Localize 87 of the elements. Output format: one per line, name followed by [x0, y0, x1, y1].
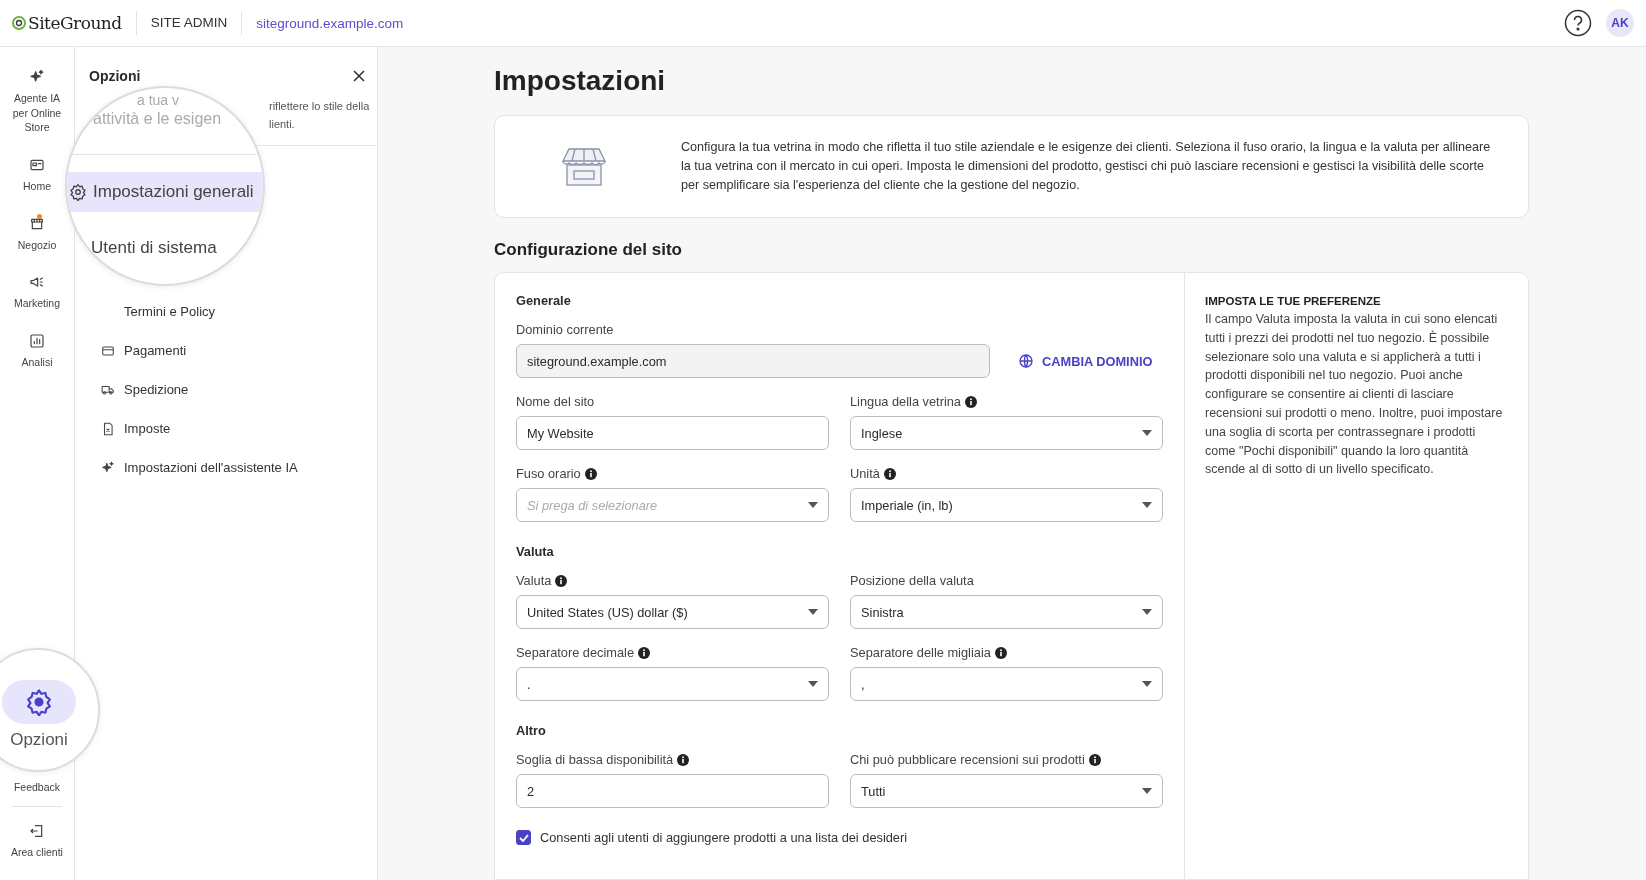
- domain-link[interactable]: siteground.example.com: [256, 15, 404, 31]
- caret-icon: [1142, 788, 1152, 794]
- field-label: Lingua della vetrina: [850, 394, 1163, 409]
- text-field[interactable]: 2: [516, 774, 829, 808]
- help-title: IMPOSTA LE TUE PREFERENZE: [1205, 295, 1382, 307]
- nav-item[interactable]: Utenti di sistema: [67, 228, 263, 268]
- rail-item[interactable]: Agente IA per Online Store: [10, 67, 64, 138]
- select-field[interactable]: Inglese: [850, 416, 1163, 450]
- field-label: Unità: [850, 466, 1163, 481]
- settings-icon: [69, 183, 87, 201]
- select-field[interactable]: Tutti: [850, 774, 1163, 808]
- panel-description: lienti.: [269, 117, 296, 132]
- field-label: Fuso orario: [516, 466, 829, 481]
- sparkle-icon: [29, 69, 45, 85]
- select-field[interactable]: United States (US) dollar ($): [516, 595, 829, 629]
- caret-icon: [808, 502, 818, 508]
- chart-icon: [29, 333, 45, 350]
- rail-item[interactable]: Area clienti: [11, 821, 63, 862]
- page-title: Impostazioni: [494, 65, 667, 97]
- select-field[interactable]: Sinistra: [850, 595, 1163, 629]
- info-icon: [994, 646, 1007, 659]
- caret-icon: [1142, 609, 1152, 615]
- rail-item[interactable]: Analisi: [21, 331, 53, 372]
- lens-text: a tua v: [137, 92, 180, 108]
- check-icon: [518, 833, 529, 842]
- info-icon: [638, 646, 651, 659]
- rail-item[interactable]: Home: [23, 155, 51, 196]
- nav-item[interactable]: Pagamenti: [89, 331, 367, 370]
- section-title: Configurazione del sito: [494, 240, 683, 260]
- field-label: Dominio corrente: [516, 322, 615, 337]
- close-icon: [351, 68, 367, 84]
- checkbox-label: Consenti agli utenti di aggiungere prodotti a una lista dei desideri: [540, 830, 908, 845]
- rail-item[interactable]: Feedback: [13, 777, 61, 797]
- nav-item[interactable]: Imposte: [89, 409, 367, 448]
- rail-item[interactable]: Marketing: [13, 272, 61, 314]
- help-text: Il campo Valuta imposta la valuta in cui sono elencati tutti i prezzi dei prodotti nel tuo negozio. È possibile selezionare solo una valuta e si applicherà a tutti i prodotti disponibili nel tuo negozio. Puoi anche configurare se consentire ai clienti di lasciare recensioni sui prodotti o meno. Inoltre, puoi impostare una soglia di scorta per contrassegnare i prodotti come "Pochi disponibili" quando la loro quantità scende al di sotto di un livello specificato.: [1205, 311, 1504, 479]
- close-button[interactable]: [351, 68, 367, 84]
- change-domain-button[interactable]: CAMBIA DOMINIO: [1018, 349, 1153, 373]
- text-field[interactable]: My Website: [516, 416, 829, 450]
- credit-card-icon: [101, 343, 115, 358]
- checkbox[interactable]: [516, 830, 531, 845]
- info-icon: [1088, 753, 1101, 766]
- select-field[interactable]: ,: [850, 667, 1163, 701]
- caret-icon: [1142, 502, 1152, 508]
- swirl-logo-icon: [12, 16, 26, 30]
- panel-description: riflettere lo stile della: [269, 99, 371, 114]
- lens-text: attività e le esigen: [93, 110, 222, 128]
- group-title: Generale: [516, 293, 572, 308]
- nav-item[interactable]: Termini e Policy: [89, 292, 367, 331]
- select-field[interactable]: Imperiale (in, lb): [850, 488, 1163, 522]
- field-label: Chi può pubblicare recensioni sui prodotti: [850, 752, 1163, 767]
- exit-icon: [29, 823, 45, 840]
- caret-icon: [1142, 681, 1152, 687]
- document-icon: [101, 421, 115, 436]
- nav-item[interactable]: Impostazioni dell'assistente IA: [89, 448, 367, 487]
- intro-text: Configura la tua vetrina in modo che rifletta il tuo stile aziendale e le esigenze dei clienti. Seleziona il fuso orario, la lingua e la valuta per allineare la tua vetrina con il mercato in cui operi. Imposta le dimensioni del prodotto, gestisci chi può lasciare recensioni e gestisci la visibilità delle scorte per semplificare sia l'esperienza del cliente che la gestione del negozio.: [681, 139, 1492, 194]
- nav-item[interactable]: Impostazioni generali: [67, 172, 263, 212]
- storefront-icon: [561, 146, 607, 187]
- field-label: Nome del sito: [516, 394, 596, 409]
- info-icon: [883, 467, 896, 480]
- logo: SiteGround: [12, 11, 137, 35]
- rail-item[interactable]: Opzioni: [2, 680, 76, 750]
- field-label: Soglia di bassa disponibilità: [516, 752, 829, 767]
- globe-icon: [1018, 353, 1034, 369]
- field-label: Separatore decimale: [516, 645, 829, 660]
- settings-icon: [25, 688, 53, 716]
- field-label: Separatore delle migliaia: [850, 645, 1163, 660]
- rail-item[interactable]: Negozio: [17, 213, 57, 255]
- caret-icon: [1142, 430, 1152, 436]
- field-label: Posizione della valuta: [850, 573, 975, 588]
- group-title: Altro: [516, 723, 547, 738]
- info-icon: [584, 467, 597, 480]
- user-avatar[interactable]: AK: [1606, 9, 1634, 37]
- panel-title: Opzioni: [89, 68, 141, 84]
- caret-icon: [808, 681, 818, 687]
- domain-field[interactable]: siteground.example.com: [516, 344, 990, 378]
- caret-icon: [808, 609, 818, 615]
- info-icon: [555, 574, 568, 587]
- section-label: SITE ADMIN: [150, 11, 243, 35]
- field-label: Valuta: [516, 573, 829, 588]
- info-icon: [677, 753, 690, 766]
- nav-item[interactable]: Spedizione: [89, 370, 367, 409]
- info-icon: [965, 395, 977, 408]
- sparkle-icon: [101, 460, 115, 475]
- help-icon[interactable]: [1564, 9, 1592, 37]
- group-title: Valuta: [516, 544, 555, 559]
- select-field[interactable]: .: [516, 667, 829, 701]
